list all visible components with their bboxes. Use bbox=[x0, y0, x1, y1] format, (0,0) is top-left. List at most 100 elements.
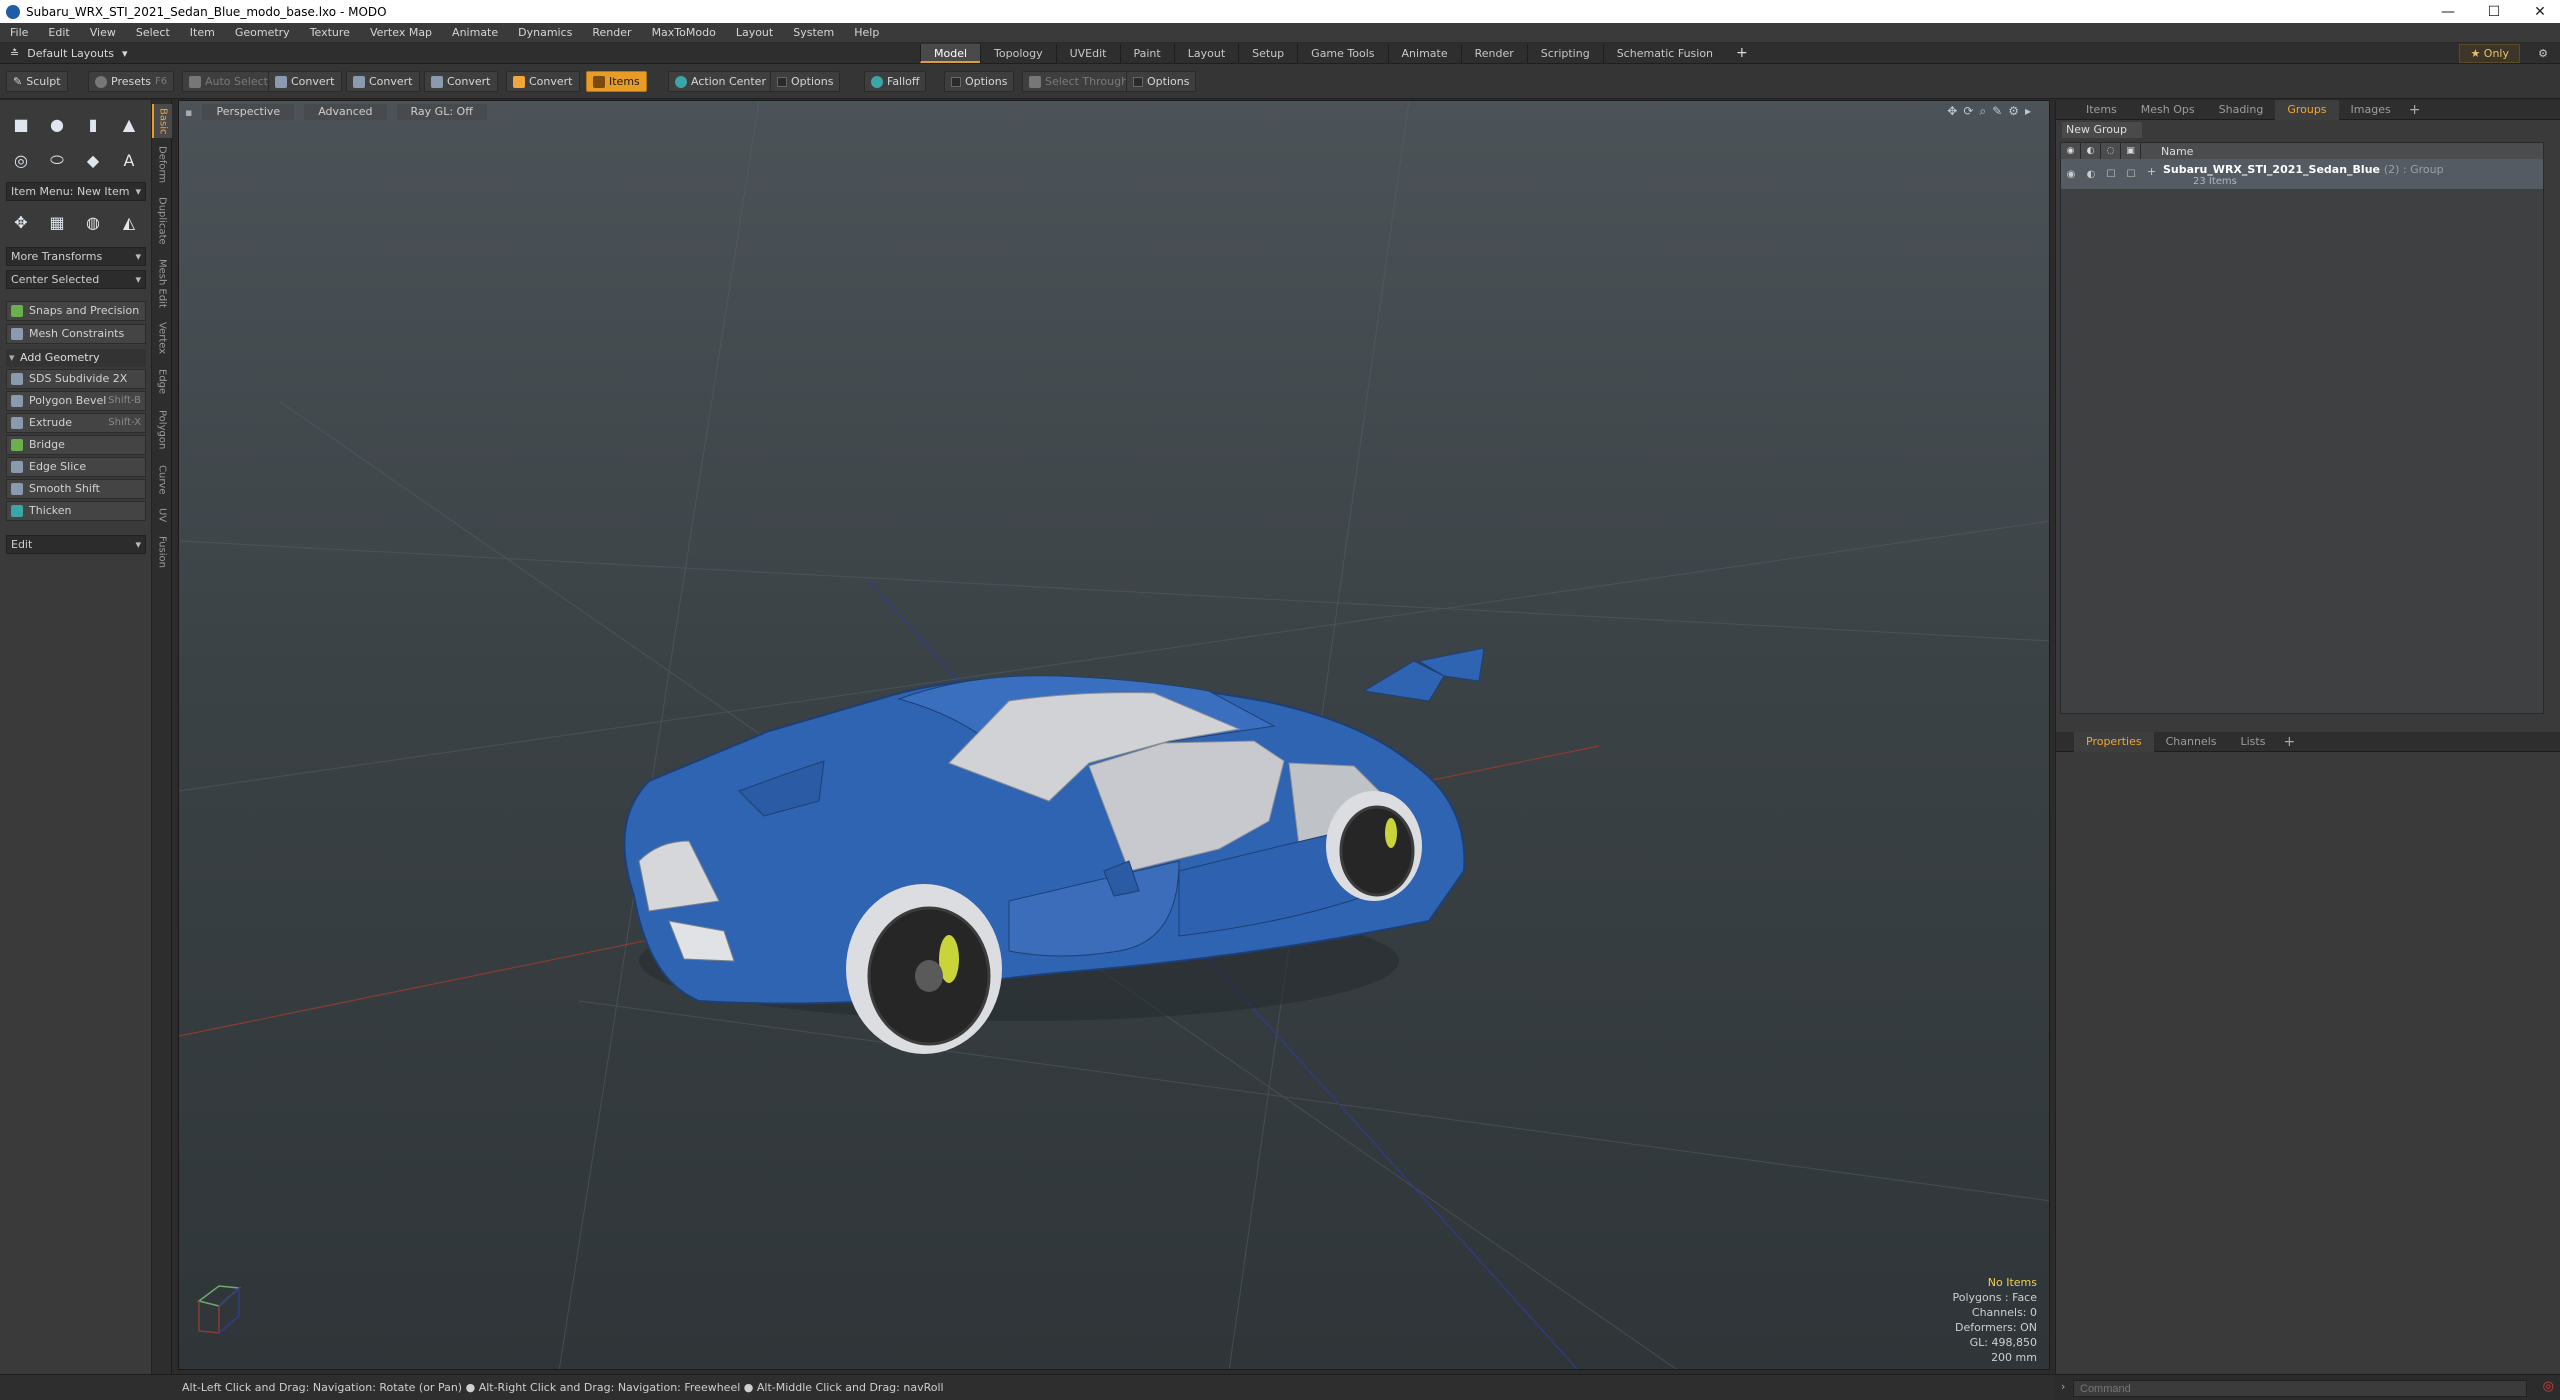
pencil-icon[interactable]: ✎ bbox=[1992, 104, 2002, 119]
tab-setup[interactable]: Setup bbox=[1238, 44, 1297, 63]
menu-render[interactable]: Render bbox=[582, 26, 641, 39]
item-menu-dropdown[interactable]: Item Menu: New Item bbox=[6, 182, 146, 201]
menu-edit[interactable]: Edit bbox=[38, 26, 79, 39]
options-checkbox-1[interactable] bbox=[777, 76, 787, 87]
sidetab-duplicate[interactable]: Duplicate bbox=[152, 192, 172, 250]
items-mode-button[interactable]: Items bbox=[586, 71, 647, 92]
command-input[interactable] bbox=[2073, 1380, 2527, 1397]
viewport-menu-icon[interactable]: ▪ bbox=[185, 106, 192, 119]
sidetab-basic[interactable]: Basic bbox=[152, 104, 172, 138]
raygl-button[interactable]: Ray GL: Off bbox=[396, 104, 487, 120]
expand-group-icon[interactable]: + bbox=[2147, 165, 2156, 178]
tab-paint[interactable]: Paint bbox=[1119, 44, 1174, 63]
lock-toggle-icon[interactable]: ☐ bbox=[2101, 159, 2121, 189]
convert-materials-button[interactable]: Convert bbox=[506, 71, 580, 92]
layouts-selector[interactable]: ≛ Default Layouts ▾ bbox=[10, 43, 128, 64]
maximize-icon[interactable]: ☐ bbox=[2474, 0, 2514, 23]
only-button[interactable]: ★ Only bbox=[2459, 44, 2520, 63]
zoom-icon[interactable]: ⌕ bbox=[1979, 104, 1986, 119]
options-checkbox-3[interactable] bbox=[1133, 76, 1143, 87]
extrude-button[interactable]: Extrude Shift-X bbox=[6, 413, 146, 433]
cone-icon[interactable]: ▲ bbox=[114, 110, 144, 138]
eye-icon[interactable]: ◉ bbox=[2061, 143, 2081, 159]
3d-viewport[interactable]: ▪ Perspective Advanced Ray GL: Off ✥ ⟳ ⌕… bbox=[178, 100, 2050, 1370]
move-icon[interactable]: ✥ bbox=[6, 208, 36, 236]
group-row[interactable]: ◉ ◐ ☐ ☐ + Subaru_WRX_STI_2021_Sedan_Blue… bbox=[2061, 159, 2543, 189]
tab-properties[interactable]: Properties bbox=[2074, 731, 2154, 752]
menu-file[interactable]: File bbox=[0, 26, 38, 39]
edit-dropdown[interactable]: Edit bbox=[6, 535, 146, 554]
menu-texture[interactable]: Texture bbox=[300, 26, 360, 39]
close-icon[interactable]: ✕ bbox=[2520, 0, 2560, 23]
command-clear-icon[interactable]: ◎ bbox=[2543, 1379, 2554, 1394]
sds-subdivide-button[interactable]: SDS Subdivide 2X bbox=[6, 369, 146, 389]
action-center-options-button[interactable]: Options bbox=[770, 71, 841, 92]
select-through-button[interactable]: Select Through bbox=[1022, 71, 1136, 92]
tab-game-tools[interactable]: Game Tools bbox=[1297, 44, 1387, 63]
edge-slice-button[interactable]: Edge Slice bbox=[6, 457, 146, 477]
tab-groups[interactable]: Groups bbox=[2275, 99, 2339, 120]
convert-edges-button[interactable]: Convert bbox=[346, 71, 420, 92]
plane-icon[interactable]: ◆ bbox=[78, 146, 108, 174]
add-tab-icon[interactable]: + bbox=[2403, 100, 2427, 120]
globe-icon[interactable]: ◍ bbox=[78, 208, 108, 236]
falloff-options-button[interactable]: Options bbox=[944, 71, 1015, 92]
sidetab-vertex[interactable]: Vertex bbox=[152, 316, 172, 360]
tab-uvedit[interactable]: UVEdit bbox=[1055, 44, 1120, 63]
menu-maxtomodo[interactable]: MaxToModo bbox=[642, 26, 726, 39]
options-checkbox-2[interactable] bbox=[951, 76, 961, 87]
tab-scripting[interactable]: Scripting bbox=[1526, 44, 1603, 63]
pan-icon[interactable]: ✥ bbox=[1947, 104, 1957, 119]
sculpt-button[interactable]: ✎ Sculpt bbox=[6, 71, 68, 92]
tab-topology[interactable]: Topology bbox=[980, 44, 1056, 63]
menu-layout[interactable]: Layout bbox=[726, 26, 783, 39]
tab-layout[interactable]: Layout bbox=[1173, 44, 1238, 63]
new-group-button[interactable]: New Group bbox=[2062, 122, 2142, 138]
sidetab-polygon[interactable]: Polygon bbox=[152, 404, 172, 456]
convert-polygons-button[interactable]: Convert bbox=[424, 71, 498, 92]
cube-icon[interactable]: ■ bbox=[6, 110, 36, 138]
lock-icon[interactable]: ◌ bbox=[2101, 143, 2121, 159]
tab-model[interactable]: Model bbox=[920, 44, 981, 63]
sidetab-curve[interactable]: Curve bbox=[152, 460, 172, 500]
polygon-bevel-button[interactable]: Polygon Bevel Shift-B bbox=[6, 391, 146, 411]
add-tab-icon[interactable]: + bbox=[1726, 44, 1758, 63]
sidetab-uv[interactable]: UV bbox=[152, 504, 172, 526]
torus-icon[interactable]: ◎ bbox=[6, 146, 36, 174]
more-transforms-dropdown[interactable]: More Transforms bbox=[6, 247, 146, 266]
tab-animate[interactable]: Animate bbox=[1387, 44, 1461, 63]
text-icon[interactable]: A bbox=[114, 146, 144, 174]
center-selected-dropdown[interactable]: Center Selected bbox=[6, 270, 146, 289]
add-tab-icon[interactable]: + bbox=[2277, 732, 2301, 752]
perspective-button[interactable]: Perspective bbox=[202, 104, 295, 120]
cylinder-icon[interactable]: ▮ bbox=[78, 110, 108, 138]
menu-select[interactable]: Select bbox=[126, 26, 180, 39]
tab-shading[interactable]: Shading bbox=[2207, 100, 2276, 120]
bridge-button[interactable]: Bridge bbox=[6, 435, 146, 455]
add-geometry-section[interactable]: Add Geometry bbox=[6, 349, 146, 367]
tab-mesh-ops[interactable]: Mesh Ops bbox=[2129, 100, 2207, 120]
smooth-shift-button[interactable]: Smooth Shift bbox=[6, 479, 146, 499]
advanced-button[interactable]: Advanced bbox=[304, 104, 387, 120]
menu-view[interactable]: View bbox=[80, 26, 126, 39]
auto-select-button[interactable]: Auto Select bbox=[182, 71, 275, 92]
menu-geometry[interactable]: Geometry bbox=[225, 26, 300, 39]
tab-items[interactable]: Items bbox=[2074, 100, 2129, 120]
visibility-eye-icon[interactable]: ◉ bbox=[2061, 159, 2081, 189]
tab-schematic-fusion[interactable]: Schematic Fusion bbox=[1602, 44, 1726, 63]
select-toggle-icon[interactable]: ☐ bbox=[2121, 159, 2141, 189]
menu-animate[interactable]: Animate bbox=[442, 26, 508, 39]
menu-item[interactable]: Item bbox=[180, 26, 225, 39]
menu-vertex-map[interactable]: Vertex Map bbox=[360, 26, 442, 39]
tab-channels[interactable]: Channels bbox=[2154, 732, 2229, 752]
action-center-button[interactable]: Action Center bbox=[668, 71, 773, 92]
render-toggle-icon[interactable]: ◐ bbox=[2081, 159, 2101, 189]
sidetab-fusion[interactable]: Fusion bbox=[152, 530, 172, 574]
sidetab-mesh-edit[interactable]: Mesh Edit bbox=[152, 254, 172, 312]
settings-icon[interactable]: ⚙ bbox=[2008, 104, 2019, 119]
select-through-options-button[interactable]: Options bbox=[1126, 71, 1197, 92]
grid-icon[interactable]: ▦ bbox=[42, 208, 72, 236]
menu-system[interactable]: System bbox=[783, 26, 844, 39]
capsule-icon[interactable]: ⬭ bbox=[42, 146, 72, 174]
presets-button[interactable]: Presets F6 bbox=[88, 71, 175, 92]
